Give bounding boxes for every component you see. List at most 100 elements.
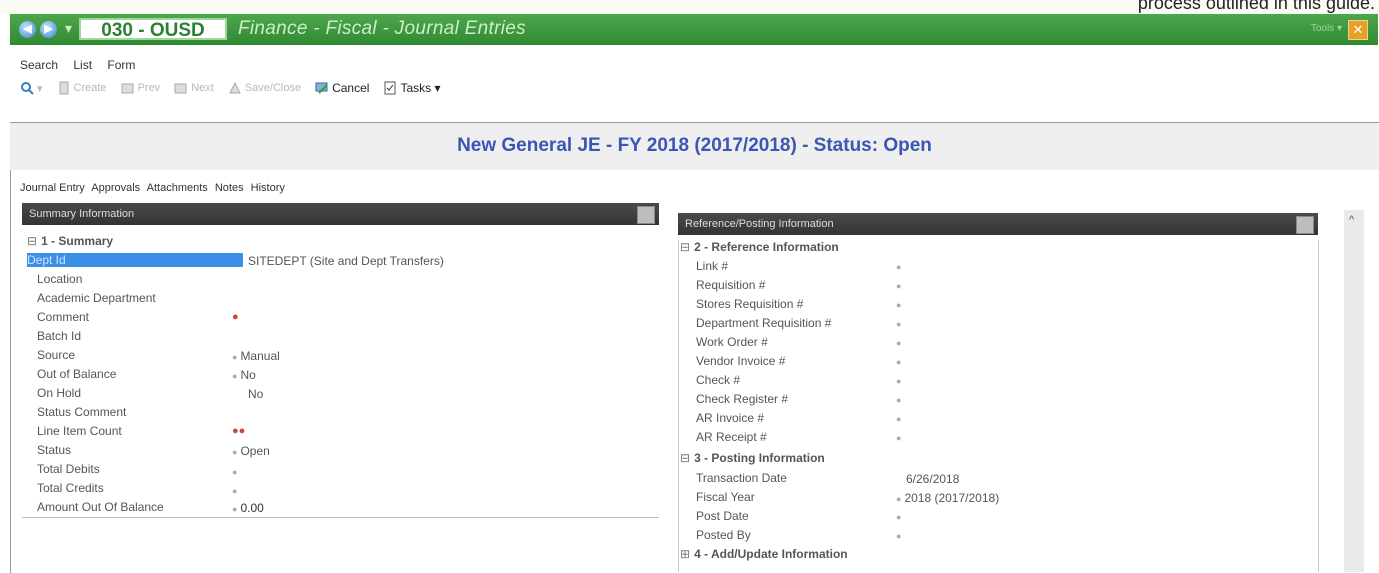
posting-group-label: 3 - Posting Information [694,451,825,465]
summary-group-label: 1 - Summary [41,234,114,248]
required-indicator-icon: ●● [232,425,246,437]
summary-divider [22,517,659,518]
save-close-button[interactable]: Save/Close [228,81,301,95]
add-update-group[interactable]: ⊞ 4 - Add/Update Information [680,547,848,561]
dept-id-row[interactable]: Dept Id [27,253,243,267]
summary-panel-title: Summary Information [29,208,135,220]
fiscal-year-text: 2018 (2017/2018) [904,491,1000,505]
amount-out-of-balance-label: Amount Out Of Balance [37,500,164,514]
transaction-date-label: Transaction Date [696,471,787,485]
lock-icon: ● [232,352,238,362]
scroll-up-icon[interactable]: ^ [1349,214,1354,226]
save-close-label: Save/Close [244,82,302,94]
total-debits-value[interactable]: ● [232,464,240,478]
document-icon [59,81,69,95]
close-icon[interactable]: ✕ [1348,20,1368,40]
source-label: Source [37,348,76,362]
lock-icon: ● [896,281,902,291]
lock-icon: ● [896,395,902,405]
fiscal-year-label: Fiscal Year [696,490,755,504]
back-icon[interactable]: ◀ [19,21,36,38]
cancel-icon [315,82,328,94]
source-value[interactable]: ● Manual [232,349,280,363]
ar-receipt-label: AR Receipt # [696,430,767,444]
line-item-count-label: Line Item Count [37,424,122,438]
fiscal-year-value[interactable]: ● 2018 (2017/2018) [896,491,999,505]
form-tabs: Journal Entry Approvals Attachments Note… [20,182,289,194]
lock-icon: ● [896,262,902,272]
summary-group[interactable]: ⊟ 1 - Summary [27,234,113,248]
amount-out-of-balance-text: 0.00 [240,501,264,515]
next-icon [174,83,187,94]
academic-department-label: Academic Department [37,291,156,305]
tasks-icon [384,81,396,95]
dept-id-value[interactable]: SITEDEPT (Site and Dept Transfers) [248,254,444,268]
status-comment-label: Status Comment [37,405,127,419]
lock-icon: ● [896,300,902,310]
tab-attachments[interactable]: Attachments [147,182,208,194]
collapse-toggle-icon[interactable]: ⊟ [680,240,690,254]
collapse-toggle-icon[interactable]: ⊟ [680,451,690,465]
total-credits-value[interactable]: ● [232,483,240,497]
dropdown-chevron-icon[interactable]: ▾ [65,20,72,37]
search-dropdown-button[interactable]: ▾ [20,81,43,95]
tasks-button[interactable]: Tasks ▾ [383,81,440,95]
next-label: Next [191,82,214,94]
on-hold-value[interactable]: No [248,387,263,401]
posted-by-label: Posted By [696,528,751,542]
create-button[interactable]: Create [57,81,107,95]
lock-icon: ● [232,486,238,496]
stores-requisition-label: Stores Requisition # [696,297,804,311]
status-value[interactable]: ● Open [232,444,270,458]
lock-icon: ● [896,494,902,504]
tools-menu[interactable]: Tools ▾ [1311,23,1342,34]
tasks-label: Tasks [400,81,432,95]
create-label: Create [73,82,107,94]
collapse-summary-button[interactable] [637,206,655,224]
tab-notes[interactable]: Notes [215,182,244,194]
source-value-text: Manual [240,349,280,363]
tab-history[interactable]: History [251,182,285,194]
lock-icon: ● [896,512,902,522]
menu-list[interactable]: List [73,58,92,72]
menu-form[interactable]: Form [107,58,135,72]
link-label: Link # [696,259,729,273]
collapse-reference-button[interactable] [1296,216,1314,234]
posting-group[interactable]: ⊟ 3 - Posting Information [680,451,825,465]
vertical-scrollbar[interactable]: ^ [1344,210,1364,572]
toolbar: ▾ Create Prev Next Save/Close Cancel Tas… [20,77,454,99]
title-bar: ◀ ▶ ▾ 030 - OUSD Finance - Fiscal - Jour… [10,14,1378,45]
out-of-balance-value[interactable]: ● No [232,368,256,382]
cancel-label: Cancel [332,81,370,95]
status-label: Status [37,443,72,457]
expand-toggle-icon[interactable]: ⊞ [680,547,690,561]
lock-icon: ● [896,433,902,443]
required-indicator-icon: ● [232,311,239,323]
collapse-toggle-icon[interactable]: ⊟ [27,234,37,248]
prev-label: Prev [137,82,161,94]
tab-approvals[interactable]: Approvals [91,182,140,194]
lock-icon: ● [232,504,238,514]
document-caption-strip: process outlined in this guide. [0,0,1379,14]
prev-button[interactable]: Prev [121,81,161,95]
forward-icon[interactable]: ▶ [40,21,57,38]
tab-journal-entry[interactable]: Journal Entry [20,182,85,194]
vendor-invoice-label: Vendor Invoice # [696,354,786,368]
amount-out-of-balance-value[interactable]: ● 0.00 [232,501,264,515]
on-hold-label: On Hold [37,386,82,400]
transaction-date-value[interactable]: 6/26/2018 [906,472,959,486]
save-icon [229,81,241,94]
menu-search[interactable]: Search [20,58,58,72]
reference-group[interactable]: ⊟ 2 - Reference Information [680,240,839,254]
summary-panel-header: Summary Information [22,203,659,225]
requisition-label: Requisition # [696,278,766,292]
total-debits-label: Total Debits [37,462,100,476]
next-button[interactable]: Next [174,81,214,95]
reference-panel-border [1318,240,1319,572]
lock-icon: ● [232,467,238,477]
cancel-button[interactable]: Cancel [315,81,369,95]
lock-icon: ● [896,531,902,541]
dept-id-label: Dept Id [27,253,243,267]
lock-icon: ● [232,447,238,457]
document-caption: process outlined in this guide. [1137,0,1375,13]
